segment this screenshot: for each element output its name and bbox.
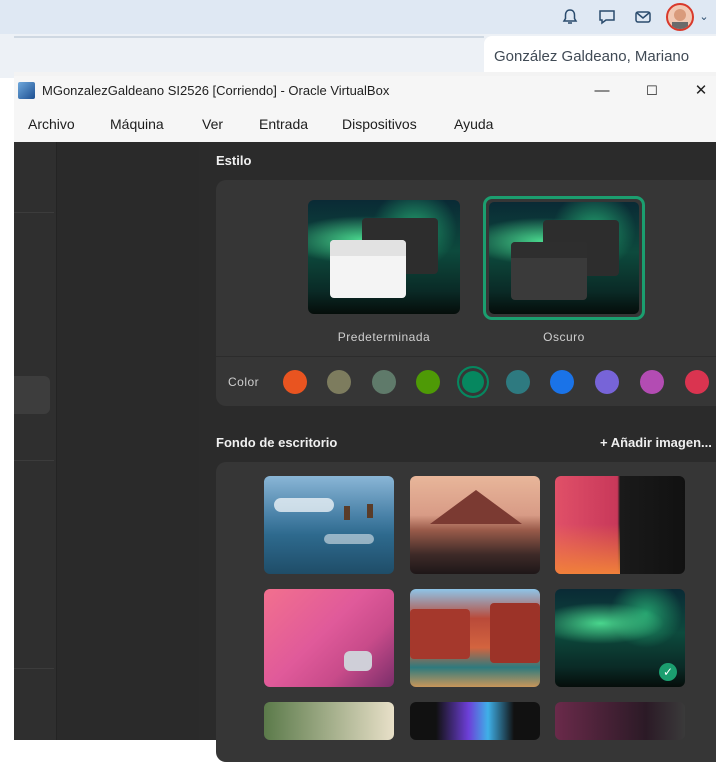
wallpaper-thumb[interactable] xyxy=(264,702,394,740)
menu-archivo[interactable]: Archivo xyxy=(28,110,75,138)
chat-icon[interactable] xyxy=(598,8,616,26)
wallpaper-thumb[interactable] xyxy=(264,476,394,574)
color-swatch-viridian-selected[interactable] xyxy=(457,366,489,398)
browser-top-bar: ⌄ xyxy=(0,0,716,34)
color-swatch-purple[interactable] xyxy=(595,370,619,394)
close-button[interactable]: ✕ xyxy=(686,76,716,106)
guest-secondary-panel xyxy=(56,142,199,740)
color-swatch-olive[interactable] xyxy=(416,370,440,394)
style-option-default-label: Predeterminada xyxy=(337,330,431,344)
avatar[interactable] xyxy=(666,3,694,31)
wallpaper-thumb[interactable] xyxy=(264,589,394,687)
wallpaper-thumb[interactable] xyxy=(555,702,685,740)
menu-entrada[interactable]: Entrada xyxy=(259,110,308,138)
maximize-button[interactable]: ☐ xyxy=(632,76,672,106)
divider xyxy=(14,668,54,669)
divider xyxy=(216,356,716,357)
menu-dispositivos[interactable]: Dispositivos xyxy=(342,110,417,138)
color-swatch-magenta[interactable] xyxy=(640,370,664,394)
color-swatch-bark[interactable] xyxy=(327,370,351,394)
sidebar-selected-item[interactable] xyxy=(14,376,50,414)
style-option-dark[interactable] xyxy=(483,196,645,320)
style-option-dark-label: Oscuro xyxy=(543,330,585,344)
color-label: Color xyxy=(228,375,260,389)
color-swatch-prussian-green[interactable] xyxy=(506,370,530,394)
wallpaper-header: Fondo de escritorio xyxy=(216,435,338,450)
color-swatch-orange[interactable] xyxy=(283,370,307,394)
add-image-button[interactable]: + Añadir imagen... xyxy=(600,435,712,450)
menu-ayuda[interactable]: Ayuda xyxy=(454,110,493,138)
style-option-default[interactable] xyxy=(308,200,460,314)
menu-maquina[interactable]: Máquina xyxy=(110,110,164,138)
menu-ver[interactable]: Ver xyxy=(202,110,223,138)
wallpaper-thumb[interactable] xyxy=(410,476,540,574)
color-swatch-red[interactable] xyxy=(685,370,709,394)
virtualbox-icon xyxy=(18,82,35,99)
style-header: Estilo xyxy=(216,153,252,168)
check-icon: ✓ xyxy=(659,663,677,681)
minimize-button[interactable]: — xyxy=(582,76,622,106)
wallpaper-thumb[interactable] xyxy=(410,589,540,687)
divider xyxy=(14,212,54,213)
mail-icon[interactable] xyxy=(634,8,652,26)
guest-sidebar xyxy=(14,142,56,740)
user-name-tab[interactable]: González Galdeano, Mariano xyxy=(484,36,716,74)
bell-icon[interactable] xyxy=(561,8,579,26)
window-title: MGonzalezGaldeano SI2526 [Corriendo] - O… xyxy=(42,83,390,98)
wallpaper-thumb[interactable] xyxy=(410,702,540,740)
wallpaper-thumb-selected[interactable]: ✓ xyxy=(555,589,685,687)
wallpaper-thumb[interactable] xyxy=(555,476,685,574)
color-swatch-sage[interactable] xyxy=(372,370,396,394)
divider xyxy=(14,460,54,461)
chevron-down-icon[interactable]: ⌄ xyxy=(697,8,711,26)
color-swatch-blue[interactable] xyxy=(550,370,574,394)
